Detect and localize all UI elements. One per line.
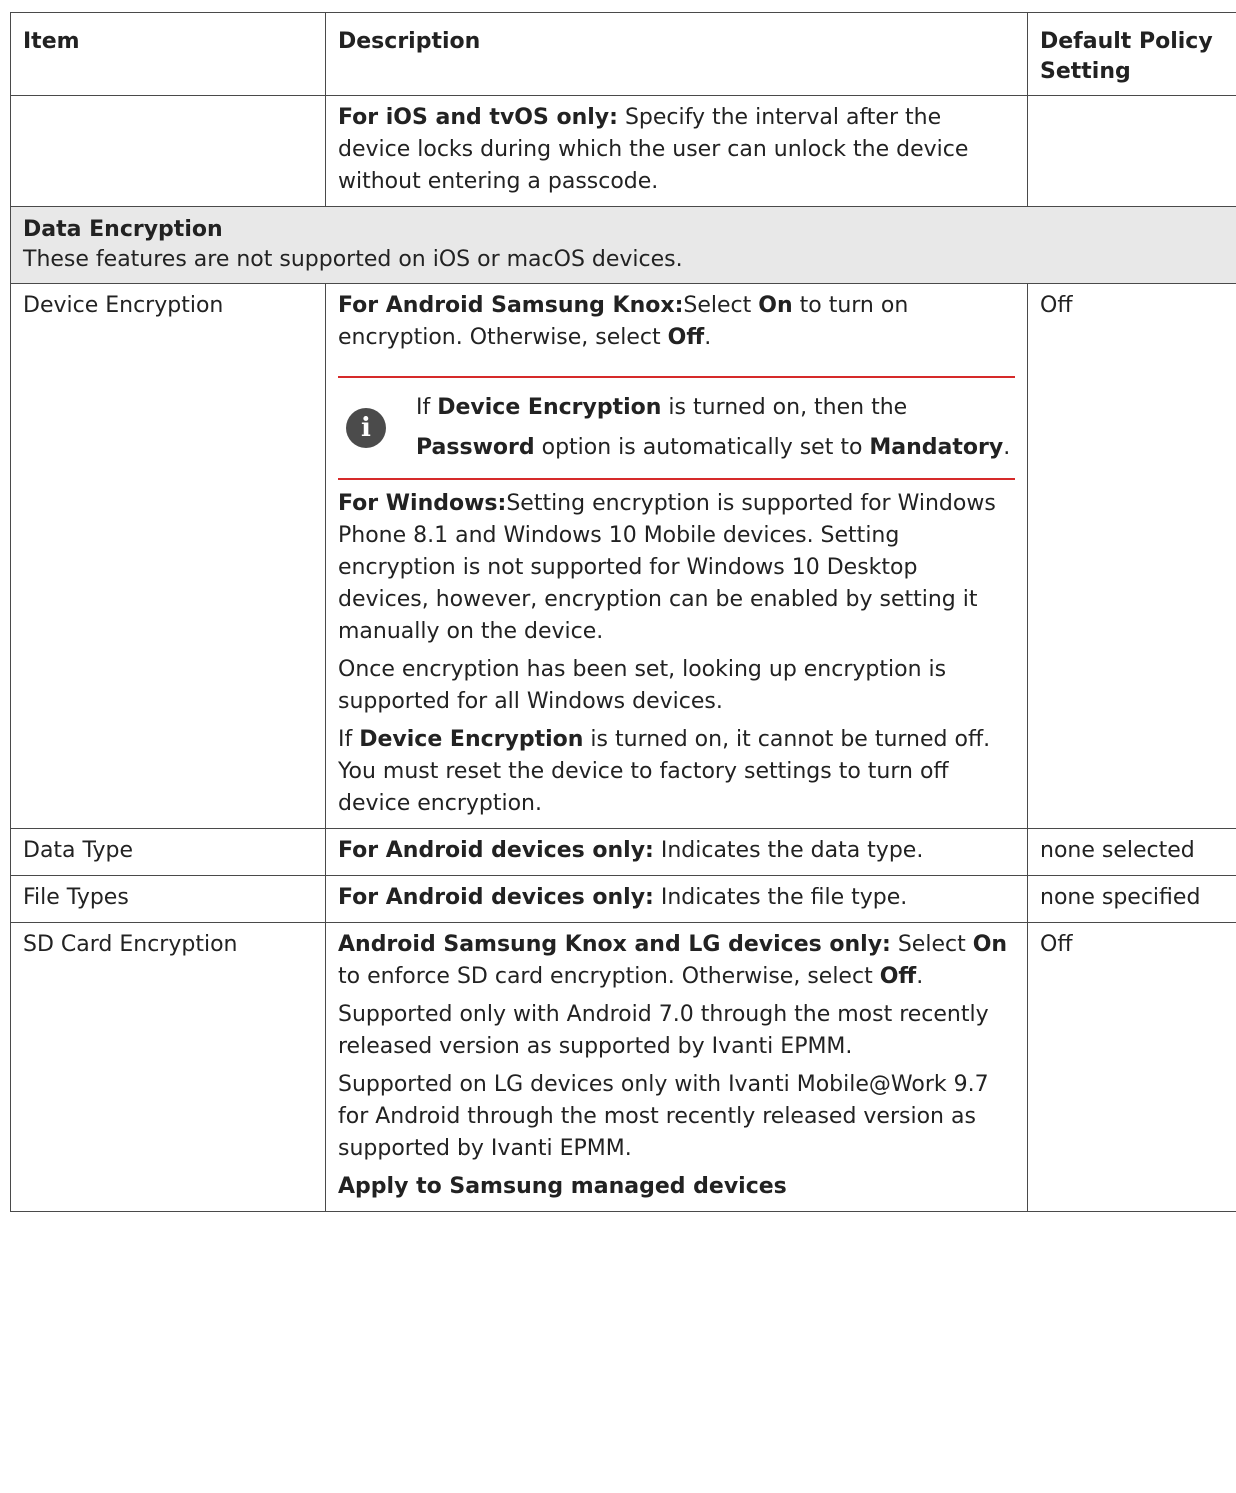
item-device-encryption: Device Encryption bbox=[10, 283, 326, 829]
description-cell: For Android devices only: Indicates the … bbox=[325, 828, 1028, 876]
item-file-types: File Types bbox=[10, 875, 326, 923]
text-run: . bbox=[916, 964, 924, 989]
text-run: Indicates the file type. bbox=[653, 885, 908, 910]
default-file-types: none specified bbox=[1027, 875, 1236, 923]
option-on-label: On bbox=[758, 293, 793, 318]
option-off-label: Off bbox=[879, 964, 917, 989]
item-cell-empty bbox=[10, 95, 326, 207]
supported-lg-paragraph: Supported on LG devices only with Ivanti… bbox=[338, 1072, 989, 1161]
text-run: If bbox=[338, 727, 360, 752]
platform-label: For Android devices only: bbox=[338, 838, 654, 863]
setting-name: Device Encryption bbox=[437, 395, 662, 420]
platform-label: For Windows: bbox=[338, 491, 507, 516]
text-run: is turned on, then the bbox=[661, 395, 908, 420]
description-cell: For Android Samsung Knox:Select On to tu… bbox=[325, 283, 1028, 829]
table-row: For iOS and tvOS only: Specify the inter… bbox=[10, 95, 1236, 207]
platform-label: For Android devices only: bbox=[338, 885, 654, 910]
table-row: Device Encryption For Android Samsung Kn… bbox=[10, 283, 1236, 829]
text-run: If bbox=[416, 395, 438, 420]
lookup-paragraph: Once encryption has been set, looking up… bbox=[338, 657, 947, 714]
header-item: Item bbox=[10, 12, 326, 96]
header-description: Description bbox=[325, 12, 1028, 96]
header-default-policy-setting: Default Policy Setting bbox=[1027, 12, 1236, 96]
table-row: SD Card Encryption Android Samsung Knox … bbox=[10, 922, 1236, 1212]
section-header-cell: Data Encryption These features are not s… bbox=[10, 206, 1236, 284]
default-cell-empty bbox=[1027, 95, 1236, 207]
policy-settings-table: Item Description Default Policy Setting … bbox=[10, 12, 1236, 1212]
apply-samsung-heading: Apply to Samsung managed devices bbox=[338, 1174, 787, 1199]
text-run: option is automatically set to bbox=[534, 435, 870, 460]
setting-value: Mandatory bbox=[869, 435, 1004, 460]
info-note: i If Device Encryption is turned on, the… bbox=[338, 376, 1015, 480]
platform-label: For iOS and tvOS only: bbox=[338, 105, 618, 130]
description-cell: For Android devices only: Indicates the … bbox=[325, 875, 1028, 923]
option-off-label: Off bbox=[667, 325, 705, 350]
description-paragraph: For iOS and tvOS only: Specify the inter… bbox=[338, 102, 1015, 198]
table-row: File Types For Android devices only: Ind… bbox=[10, 875, 1236, 923]
info-note-text: If Device Encryption is turned on, then … bbox=[416, 388, 1015, 468]
text-run: Select bbox=[683, 293, 759, 318]
default-device-encryption: Off bbox=[1027, 283, 1236, 829]
description-cell: Android Samsung Knox and LG devices only… bbox=[325, 922, 1028, 1212]
setting-name: Password bbox=[416, 435, 535, 460]
info-icon: i bbox=[346, 408, 386, 448]
text-run: Select bbox=[890, 932, 973, 957]
sd-card-paragraph: Android Samsung Knox and LG devices only… bbox=[338, 929, 1015, 993]
platform-label: For Android Samsung Knox: bbox=[338, 293, 684, 318]
item-data-type: Data Type bbox=[10, 828, 326, 876]
windows-paragraph: For Windows:Setting encryption is suppor… bbox=[338, 488, 1015, 648]
section-header-row: Data Encryption These features are not s… bbox=[10, 206, 1236, 284]
table-row: Data Type For Android devices only: Indi… bbox=[10, 828, 1236, 876]
table-header-row: Item Description Default Policy Setting bbox=[10, 12, 1236, 96]
section-title: Data Encryption bbox=[23, 217, 223, 242]
setting-name: Device Encryption bbox=[359, 727, 584, 752]
default-sd-card-encryption: Off bbox=[1027, 922, 1236, 1212]
text-run: . bbox=[704, 325, 712, 350]
item-sd-card-encryption: SD Card Encryption bbox=[10, 922, 326, 1212]
supported-android-paragraph: Supported only with Android 7.0 through … bbox=[338, 1002, 989, 1059]
description-cell: For iOS and tvOS only: Specify the inter… bbox=[325, 95, 1028, 207]
text-run: Indicates the data type. bbox=[653, 838, 924, 863]
android-paragraph: For Android Samsung Knox:Select On to tu… bbox=[338, 290, 1015, 354]
text-run: to enforce SD card encryption. Otherwise… bbox=[338, 964, 880, 989]
turn-off-paragraph: If Device Encryption is turned on, it ca… bbox=[338, 724, 1015, 820]
option-on-label: On bbox=[972, 932, 1008, 957]
default-data-type: none selected bbox=[1027, 828, 1236, 876]
platform-label: Android Samsung Knox and LG devices only… bbox=[338, 932, 891, 957]
text-run: . bbox=[1003, 435, 1011, 460]
section-subtitle: These features are not supported on iOS … bbox=[23, 247, 683, 272]
